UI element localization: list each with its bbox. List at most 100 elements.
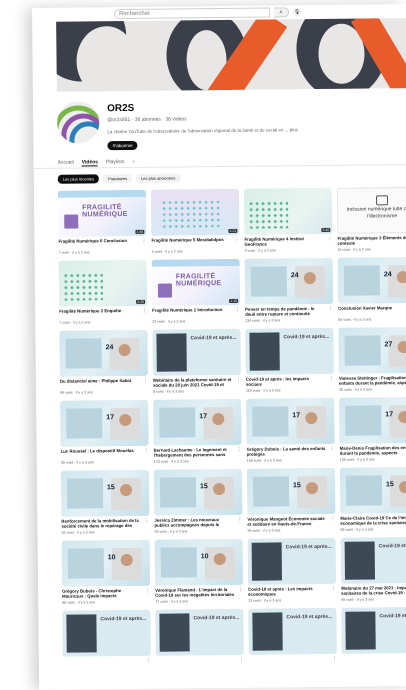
chip-oldest[interactable]: Les plus anciennes xyxy=(136,173,181,183)
more-options-icon[interactable]: ⋮ xyxy=(330,446,335,457)
video-card[interactable]: Inclusion numérique lutte contre l'illec… xyxy=(336,186,406,254)
video-thumbnail[interactable]: 17 xyxy=(60,399,149,447)
video-card[interactable]: Covid-19 et après...⋮ xyxy=(62,609,151,677)
video-card[interactable]: Covid-19 et après... Webinaire du 27 mai … xyxy=(340,536,406,604)
video-title[interactable] xyxy=(342,655,406,667)
video-thumbnail[interactable]: 2:20 xyxy=(58,259,148,307)
video-thumbnail[interactable]: 17 xyxy=(246,397,335,445)
video-thumbnail[interactable]: Covid-19 et après... xyxy=(152,328,241,376)
video-title[interactable]: Bernard Lachaume : Le logement et l'hébe… xyxy=(154,447,234,459)
video-card[interactable]: 15 Marie-Claire Covid-19 Ce de l'impact é… xyxy=(339,466,406,534)
video-title[interactable]: Conclusion Xavier Marque xyxy=(338,305,406,317)
video-card[interactable]: 2:20 Fragilité Numérique 2 Enquête ⋮ 7 vues… xyxy=(58,259,148,327)
video-card[interactable]: Covid-19 et après...⋮ xyxy=(155,608,244,676)
video-thumbnail[interactable]: Inclusion numérique lutte contre l'illec… xyxy=(336,186,406,234)
video-thumbnail[interactable]: 17 xyxy=(153,398,242,446)
more-options-icon[interactable]: ⋮ xyxy=(142,308,147,319)
video-title[interactable] xyxy=(249,656,329,668)
channel-description[interactable]: La chaîne YouTube de l'observatoire de l… xyxy=(107,127,298,134)
video-title[interactable]: Webinaire du 27 mai 2021 : Impacts sanit… xyxy=(341,585,406,597)
search-input[interactable]: Rechercher xyxy=(114,7,271,20)
more-options-icon[interactable]: ⋮ xyxy=(235,307,240,318)
chip-latest[interactable]: Les plus récentes xyxy=(57,174,100,184)
more-options-icon[interactable]: ⋮ xyxy=(328,306,333,317)
video-title[interactable] xyxy=(156,657,236,669)
video-thumbnail[interactable]: 15 xyxy=(153,468,243,516)
video-card[interactable]: 3:40 Fragilité Numérique 4 Institut GeoFr… xyxy=(243,187,333,255)
video-card[interactable]: 24Conclusion Xavier Marque⋮55 vues · il … xyxy=(337,256,406,324)
video-thumbnail[interactable]: 15 xyxy=(60,469,150,517)
video-title[interactable]: Marie-Claire Covid-19 Ce de l'impact éco… xyxy=(340,515,406,527)
video-thumbnail[interactable]: 3:40 xyxy=(243,187,333,235)
more-options-icon[interactable]: ⋮ xyxy=(144,518,149,529)
video-title[interactable]: Marie-Denis Fragilisation des enfants du… xyxy=(340,445,406,457)
video-title[interactable]: Webinaire de la plateforme sanitaire et … xyxy=(153,377,233,389)
video-card[interactable]: 24 Penser en temps de pandémie : le deuil… xyxy=(244,257,334,325)
video-card[interactable]: 17 Marie-Denis Fragilisation des enfants … xyxy=(339,396,406,464)
more-options-icon[interactable]: ⋮ xyxy=(141,238,146,249)
more-options-icon[interactable]: ⋮ xyxy=(236,377,241,388)
video-title[interactable]: Fragilité Numérique 5 Mesdialidpos xyxy=(151,237,231,249)
video-title[interactable]: Renforcement de la mobilisation de la so… xyxy=(61,518,141,530)
video-thumbnail[interactable]: Covid-19 et après... xyxy=(155,608,244,656)
more-options-icon[interactable]: ⋮ xyxy=(237,447,242,458)
more-options-icon[interactable]: ⋮ xyxy=(332,656,337,667)
video-thumbnail[interactable]: 24 xyxy=(244,257,334,305)
video-card[interactable]: 15 Jessica Zimmer : Les nouveaux publics … xyxy=(153,468,243,536)
video-title[interactable]: Grégory Bubois - Christophe Mauricaux : … xyxy=(62,588,142,600)
more-options-icon[interactable]: ⋮ xyxy=(330,516,335,527)
video-card[interactable]: 15 Véronique Mangeot Économie sociale et … xyxy=(246,467,336,535)
video-thumbnail[interactable]: 15 xyxy=(246,467,336,515)
video-title[interactable]: Véronique Mangeot Économie sociale et so… xyxy=(247,516,327,528)
video-thumbnail[interactable]: Covid-19 et après... xyxy=(62,609,151,657)
video-card[interactable]: Covid-19 et après... Covid-19 et après : … xyxy=(247,537,337,605)
more-options-icon[interactable]: ⋮ xyxy=(238,587,243,598)
video-card[interactable]: Covid-19 et après...⋮ xyxy=(341,606,406,674)
more-options-icon[interactable]: ⋮ xyxy=(145,588,150,599)
more-options-icon[interactable]: ⋮ xyxy=(234,237,239,248)
video-title[interactable]: Véronique Flamand : L'impact de la Covid… xyxy=(155,587,235,599)
video-thumbnail[interactable]: Covid-19 et après... xyxy=(341,606,406,654)
video-card[interactable]: Covid-19 et après... Covid-19 et après : … xyxy=(245,327,334,395)
more-options-icon[interactable]: ⋮ xyxy=(329,376,334,387)
video-card[interactable]: 17 Luc Roussel : Le dispositif Mouelas ⋮ 30… xyxy=(60,399,149,467)
video-card[interactable]: 15 Renforcement de la mobilisation de la … xyxy=(60,469,150,537)
video-title[interactable]: Covid-19 et après : Les impacts économiq… xyxy=(248,586,328,598)
video-title[interactable]: Grégory Dubois : La santé des enfants pr… xyxy=(247,446,327,458)
tab-home[interactable]: Accueil xyxy=(58,160,74,166)
video-card[interactable]: 17 Grégory Dubois : La santé des enfants … xyxy=(246,397,335,465)
chip-popular[interactable]: Populaires xyxy=(103,173,133,184)
more-options-icon[interactable]: ⋮ xyxy=(144,448,149,459)
more-options-icon[interactable]: ⋮ xyxy=(146,658,151,669)
search-channel-icon[interactable]: ⌕ xyxy=(132,159,135,165)
more-options-icon[interactable]: ⋮ xyxy=(327,236,332,247)
video-title[interactable]: Fragilité Numérique 2 Enquête xyxy=(59,308,139,320)
video-card[interactable]: FRAGILITÉ NUMÉRIQUE 1:46 Fragilité Numériq… xyxy=(57,189,147,257)
video-card[interactable]: FRAGILITÉ NUMÉRIQUE 1:16 Fragilité Numériq… xyxy=(151,258,241,326)
more-options-icon[interactable]: ⋮ xyxy=(237,517,242,528)
video-thumbnail[interactable]: 2:21 xyxy=(150,188,240,236)
channel-avatar[interactable] xyxy=(56,101,100,144)
video-card[interactable]: 24 Du distanciel aime : Philippe Sabot ⋮ 98… xyxy=(59,329,148,397)
video-thumbnail[interactable]: Covid-19 et après... xyxy=(245,327,334,375)
video-card[interactable]: 10 Véronique Flamand : L'impact de la Cov… xyxy=(154,538,244,606)
video-title[interactable]: Luc Roussel : Le dispositif Mouelas xyxy=(61,448,141,460)
video-card[interactable]: 2:21 Fragilité Numérique 5 Mesdialidpos ⋮ 3… xyxy=(150,188,240,256)
video-thumbnail[interactable]: 24 xyxy=(337,256,406,304)
more-options-icon[interactable]: ⋮ xyxy=(143,378,148,389)
video-title[interactable]: Fragilité Numérique 1 Introduction xyxy=(152,307,232,319)
video-card[interactable]: Covid-19 et après... Webinaire de la plat… xyxy=(152,328,241,396)
video-title[interactable]: Du distanciel aime : Philippe Sabot xyxy=(60,378,140,390)
video-thumbnail[interactable]: FRAGILITÉ NUMÉRIQUE 1:16 xyxy=(151,258,241,306)
video-thumbnail[interactable]: 17 xyxy=(339,396,406,444)
video-card[interactable]: Covid-19 et après...⋮ xyxy=(248,607,337,675)
video-thumbnail[interactable]: Covid-19 et après... xyxy=(248,607,337,655)
video-title[interactable]: Fragilité Numérique 4 Institut GeoFrance xyxy=(244,236,324,248)
video-thumbnail[interactable]: 10 xyxy=(61,539,151,587)
tab-videos[interactable]: Vidéos xyxy=(81,158,99,166)
tab-playlists[interactable]: Playlists xyxy=(106,159,124,165)
video-title[interactable]: Fragilité Numérique 3 Éléments de contex… xyxy=(337,235,406,247)
subscribe-button[interactable]: S'abonner xyxy=(107,140,138,151)
video-thumbnail[interactable]: 27 xyxy=(338,326,406,374)
video-title[interactable]: Fragilité Numérique 6 Conclusion xyxy=(58,238,138,250)
